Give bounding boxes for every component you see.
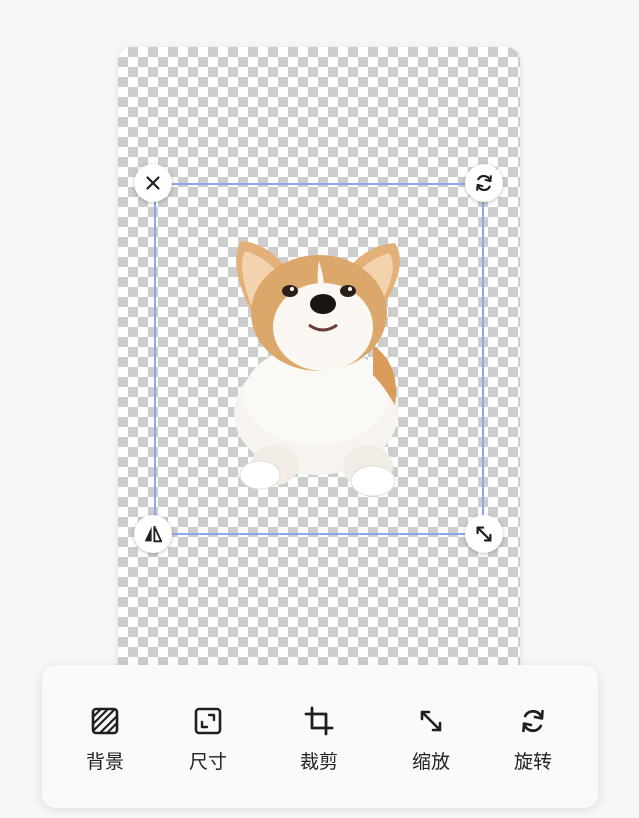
tool-scale[interactable]: 缩放 — [386, 705, 476, 781]
tool-background-label: 背景 — [85, 751, 124, 773]
bottom-toolbar: 背景 尺寸 裁剪 缩放 旋转 — [42, 665, 598, 808]
tool-size-label: 尺寸 — [188, 751, 227, 773]
tool-crop[interactable]: 裁剪 — [274, 705, 364, 781]
size-frame-icon — [194, 707, 222, 735]
tool-rotate-label: 旋转 — [513, 751, 552, 773]
flip-icon — [144, 525, 163, 543]
delete-handle[interactable] — [134, 164, 172, 202]
image-canvas[interactable] — [118, 47, 520, 737]
tool-background[interactable]: 背景 — [60, 705, 150, 781]
tool-size[interactable]: 尺寸 — [163, 705, 253, 781]
scale-arrows-icon — [420, 710, 442, 732]
selection-box — [154, 183, 484, 535]
background-hatch-icon — [91, 707, 119, 735]
rotate-handle[interactable] — [465, 164, 503, 202]
close-icon — [146, 176, 160, 190]
tool-scale-label: 缩放 — [411, 751, 450, 773]
flip-handle[interactable] — [134, 515, 172, 553]
resize-diagonal-icon — [476, 526, 492, 542]
crop-icon — [304, 706, 334, 736]
rotate-icon — [476, 174, 492, 192]
tool-crop-label: 裁剪 — [299, 751, 338, 773]
resize-handle[interactable] — [465, 515, 503, 553]
rotate-icon — [522, 709, 544, 733]
tool-rotate[interactable]: 旋转 — [488, 705, 578, 781]
